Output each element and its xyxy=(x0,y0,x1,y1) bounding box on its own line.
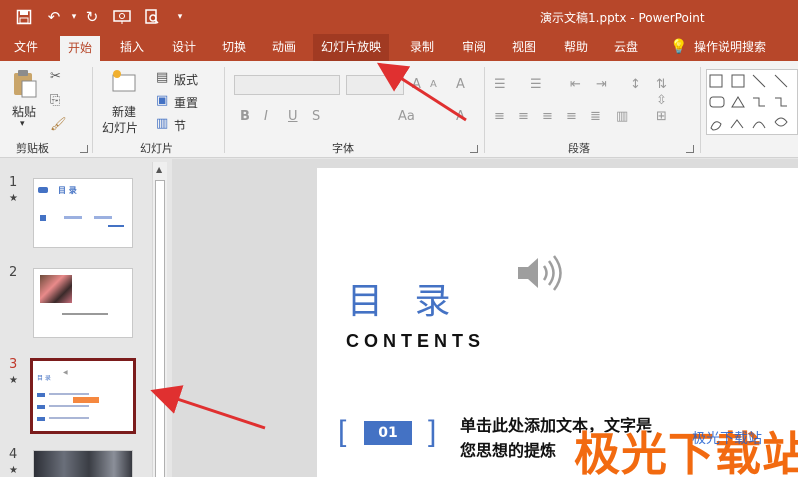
arrow-to-slideshow-tab xyxy=(376,62,467,122)
annotation-arrows xyxy=(150,62,467,430)
arrow-to-selected-slide xyxy=(150,385,266,430)
